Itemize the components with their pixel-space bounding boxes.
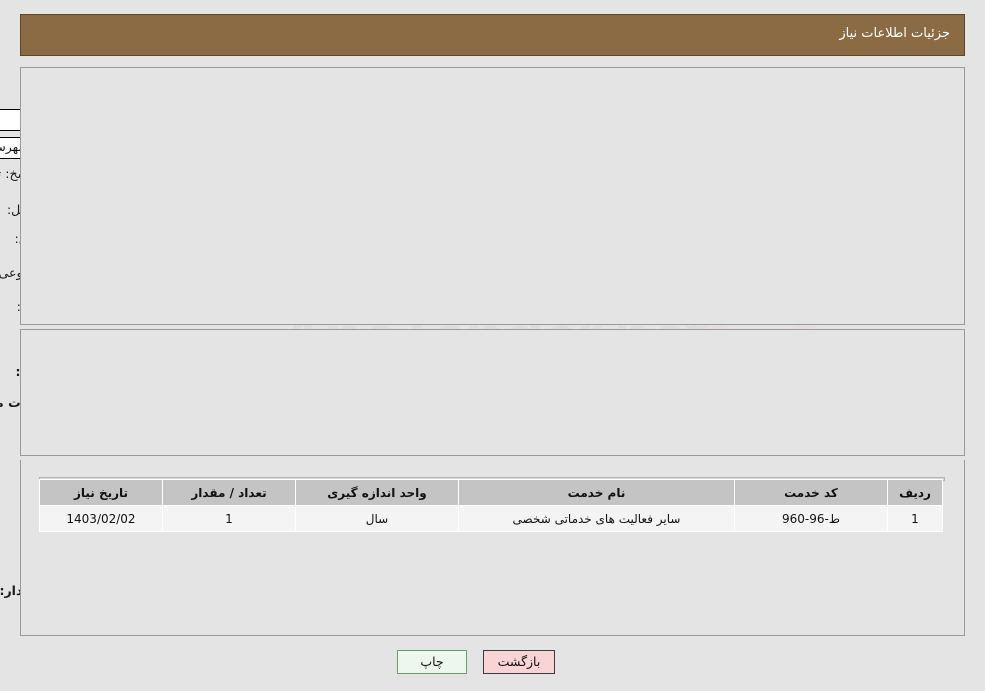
col-service-name: نام خدمت (458, 479, 735, 506)
services-table-wrapper: ردیف کد خدمت نام خدمت واحد اندازه گیری ت… (39, 477, 945, 532)
cell-unit: سال (295, 505, 459, 532)
table-row: 1 ط-96-960 سایر فعالیت های خدماتی شخصی س… (39, 505, 943, 532)
need-summary-panel (20, 67, 965, 325)
cell-service-name: سایر فعالیت های خدماتی شخصی (458, 505, 735, 532)
print-button[interactable]: چاپ (397, 650, 467, 674)
col-need-date: تاریخ نیاز (39, 479, 163, 506)
page-title-bar: جزئیات اطلاعات نیاز (20, 14, 965, 56)
services-table: ردیف کد خدمت نام خدمت واحد اندازه گیری ت… (39, 479, 943, 532)
need-description-panel (20, 329, 965, 456)
col-quantity: تعداد / مقدار (162, 479, 296, 506)
col-service-code: کد خدمت (734, 479, 888, 506)
cell-service-code: ط-96-960 (734, 505, 888, 532)
back-button[interactable]: بازگشت (483, 650, 555, 674)
col-row: ردیف (887, 479, 943, 506)
table-header-row: ردیف کد خدمت نام خدمت واحد اندازه گیری ت… (39, 479, 943, 506)
cell-row: 1 (887, 505, 943, 532)
cell-need-date: 1403/02/02 (39, 505, 163, 532)
page-root: W AnaTender.net جزئیات اطلاعات نیاز شمار… (0, 0, 985, 691)
cell-quantity: 1 (162, 505, 296, 532)
page-title: جزئیات اطلاعات نیاز (839, 26, 950, 41)
col-unit: واحد اندازه گیری (295, 479, 459, 506)
